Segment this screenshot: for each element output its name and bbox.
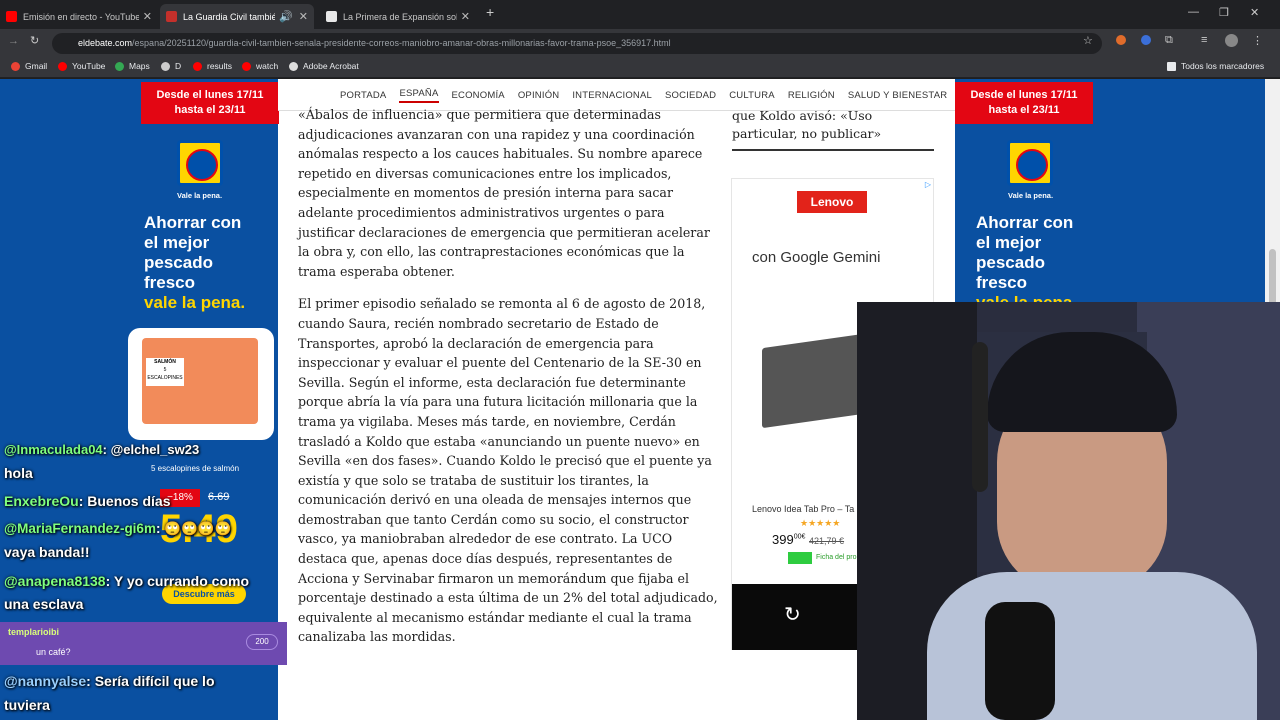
related-link[interactable]: que Koldo avisó: «Uso particular, no pub…: [732, 107, 934, 143]
bookmark-d[interactable]: D: [161, 61, 181, 71]
nav-sociedad[interactable]: SOCIEDAD: [665, 90, 716, 101]
headphones: [972, 342, 988, 492]
bookmark-gmail[interactable]: Gmail: [11, 61, 47, 71]
bookmark-watch[interactable]: watch: [242, 61, 278, 71]
video-ad[interactable]: ↻: [732, 584, 857, 650]
chat-message-cont: tuviera: [4, 697, 50, 713]
media-icon[interactable]: ≡: [1201, 34, 1207, 46]
youtube-icon: [6, 11, 17, 22]
chat-message-cont: una esclava: [4, 596, 84, 612]
divider: [732, 149, 934, 151]
tab-title: La Guardia Civil también se: [183, 11, 276, 22]
nav-opinion[interactable]: OPINIÓN: [518, 90, 560, 101]
nav-religion[interactable]: RELIGIÓN: [788, 90, 835, 101]
tab-title: Emisión en directo - YouTube S: [23, 11, 139, 22]
chat-message: EnxebreOu: Buenos días: [4, 493, 171, 509]
bookmark-results[interactable]: results: [193, 61, 232, 71]
tab-strip: Emisión en directo - YouTube S ✕ La Guar…: [0, 0, 1280, 29]
nav-salud[interactable]: SALUD Y BIENESTAR: [848, 90, 948, 101]
nav-cultura[interactable]: CULTURA: [729, 90, 775, 101]
ad-headline: Ahorrar con el mejor pescado fresco vale…: [144, 213, 246, 312]
star-icon[interactable]: ☆: [1083, 34, 1093, 47]
close-icon[interactable]: ✕: [299, 10, 308, 23]
extension-icon[interactable]: [1116, 35, 1126, 45]
maximize-button[interactable]: ❐: [1219, 6, 1229, 19]
url-domain: eldebate.com: [78, 38, 133, 48]
minimize-button[interactable]: —: [1188, 6, 1199, 18]
ad-header: Desde el lunes 17/11 hasta el 23/11: [141, 82, 279, 124]
tab-youtube[interactable]: Emisión en directo - YouTube S ✕: [0, 4, 158, 29]
microphone: [985, 602, 1055, 720]
ad-tagline: Vale la pena.: [1008, 191, 1054, 200]
scroll-thumb[interactable]: [1269, 249, 1276, 309]
superchat-text: un café?: [36, 647, 71, 657]
url-path: /espana/20251120/guardia-civil-tambien-s…: [132, 38, 671, 48]
bookmarks-bar: Gmail YouTube Maps D results watch Adobe…: [0, 58, 1280, 78]
ad-headline: Ahorrar con el mejor pescado fresco vale…: [976, 213, 1077, 312]
new-tab-button[interactable]: +: [486, 4, 494, 20]
expansion-icon: [326, 11, 337, 22]
avatar[interactable]: [1225, 34, 1238, 47]
close-window-button[interactable]: ✕: [1250, 6, 1259, 19]
nav-economia[interactable]: ECONOMÍA: [452, 90, 505, 101]
menu-icon[interactable]: ⋮: [1252, 34, 1263, 47]
nav-espana[interactable]: ESPAÑA: [399, 88, 439, 103]
bookmark-youtube[interactable]: YouTube: [58, 61, 105, 71]
article-paragraph: El primer episodio señalado se remonta a…: [298, 296, 718, 645]
lenovo-logo: Lenovo: [797, 191, 867, 213]
nav-internacional[interactable]: INTERNACIONAL: [572, 90, 652, 101]
tab-eldebate[interactable]: La Guardia Civil también se 🔊 ✕: [160, 4, 314, 29]
ad-header: Desde el lunes 17/11 hasta el 23/11: [955, 82, 1093, 124]
chat-message: @Inmaculada04: @elchel_sw23: [4, 442, 200, 457]
product-sheet-link[interactable]: Ficha del pro: [816, 554, 856, 561]
product-name: Lenovo Idea Tab Pro – Ta: [752, 504, 855, 514]
ad-slogan: con Google Gemini: [752, 249, 881, 266]
chat-message-cont: vaya banda!!: [4, 544, 90, 560]
extension-icon[interactable]: [1141, 35, 1151, 45]
rating-stars: ★★★★★: [800, 518, 841, 528]
nav-portada[interactable]: PORTADA: [340, 90, 386, 101]
address-bar[interactable]: eldebate.com/espana/20251120/guardia-civ…: [52, 33, 1102, 54]
article-body: «Ábalos de influencia» que permitiera qu…: [298, 105, 720, 660]
bookmark-adobe[interactable]: Adobe Acrobat: [289, 61, 359, 71]
tab-expansion[interactable]: La Primera de Expansión sobre ✕: [320, 4, 476, 29]
eldebate-icon: [166, 11, 177, 22]
superchat-user: templarioibi: [8, 627, 60, 637]
toolbar: → ↻ eldebate.com/espana/20251120/guardia…: [0, 29, 1280, 58]
salmon-product-image: SALMÓN 5 ESCALOPINES: [128, 328, 274, 440]
close-icon[interactable]: ✕: [143, 10, 152, 23]
chat-message: @MariaFernandez-gi6m: 🙄🙄🙄🙄: [4, 521, 232, 536]
stream-chat-overlay: @Inmaculada04: @elchel_sw23 hola Enxebre…: [0, 440, 287, 720]
replay-icon[interactable]: ↻: [784, 602, 801, 627]
chat-message: @nannyalse: Sería difícil que lo: [4, 673, 215, 689]
puzzle-icon[interactable]: ⧉: [1165, 34, 1173, 47]
webcam-overlay: [857, 302, 1280, 720]
chat-message: @anapena8138: Y yo currando como: [4, 573, 250, 589]
chat-message-cont: hola: [4, 465, 33, 481]
close-icon[interactable]: ✕: [461, 10, 470, 23]
energy-badge: [788, 552, 812, 564]
superchat-amount: 200: [246, 634, 278, 650]
back-arrow-icon[interactable]: →: [8, 35, 19, 47]
person-shirt: [927, 572, 1257, 720]
lidl-logo-icon: [1007, 140, 1053, 186]
speaker-icon[interactable]: 🔊: [279, 10, 293, 23]
bookmark-maps[interactable]: Maps: [115, 61, 150, 71]
super-chat: templarioibi un café? 200: [0, 622, 287, 665]
ad-tagline: Vale la pena.: [177, 191, 223, 200]
reload-icon[interactable]: ↻: [30, 34, 39, 47]
adchoices-icon[interactable]: ▷: [925, 180, 931, 189]
tab-title: La Primera de Expansión sobre: [343, 11, 457, 22]
lidl-logo-icon: [177, 140, 223, 186]
article-paragraph: «Ábalos de influencia» que permitiera qu…: [298, 107, 710, 279]
price: 39900€ 421,79 €: [772, 532, 845, 547]
all-bookmarks[interactable]: Todos los marcadores: [1167, 61, 1264, 71]
